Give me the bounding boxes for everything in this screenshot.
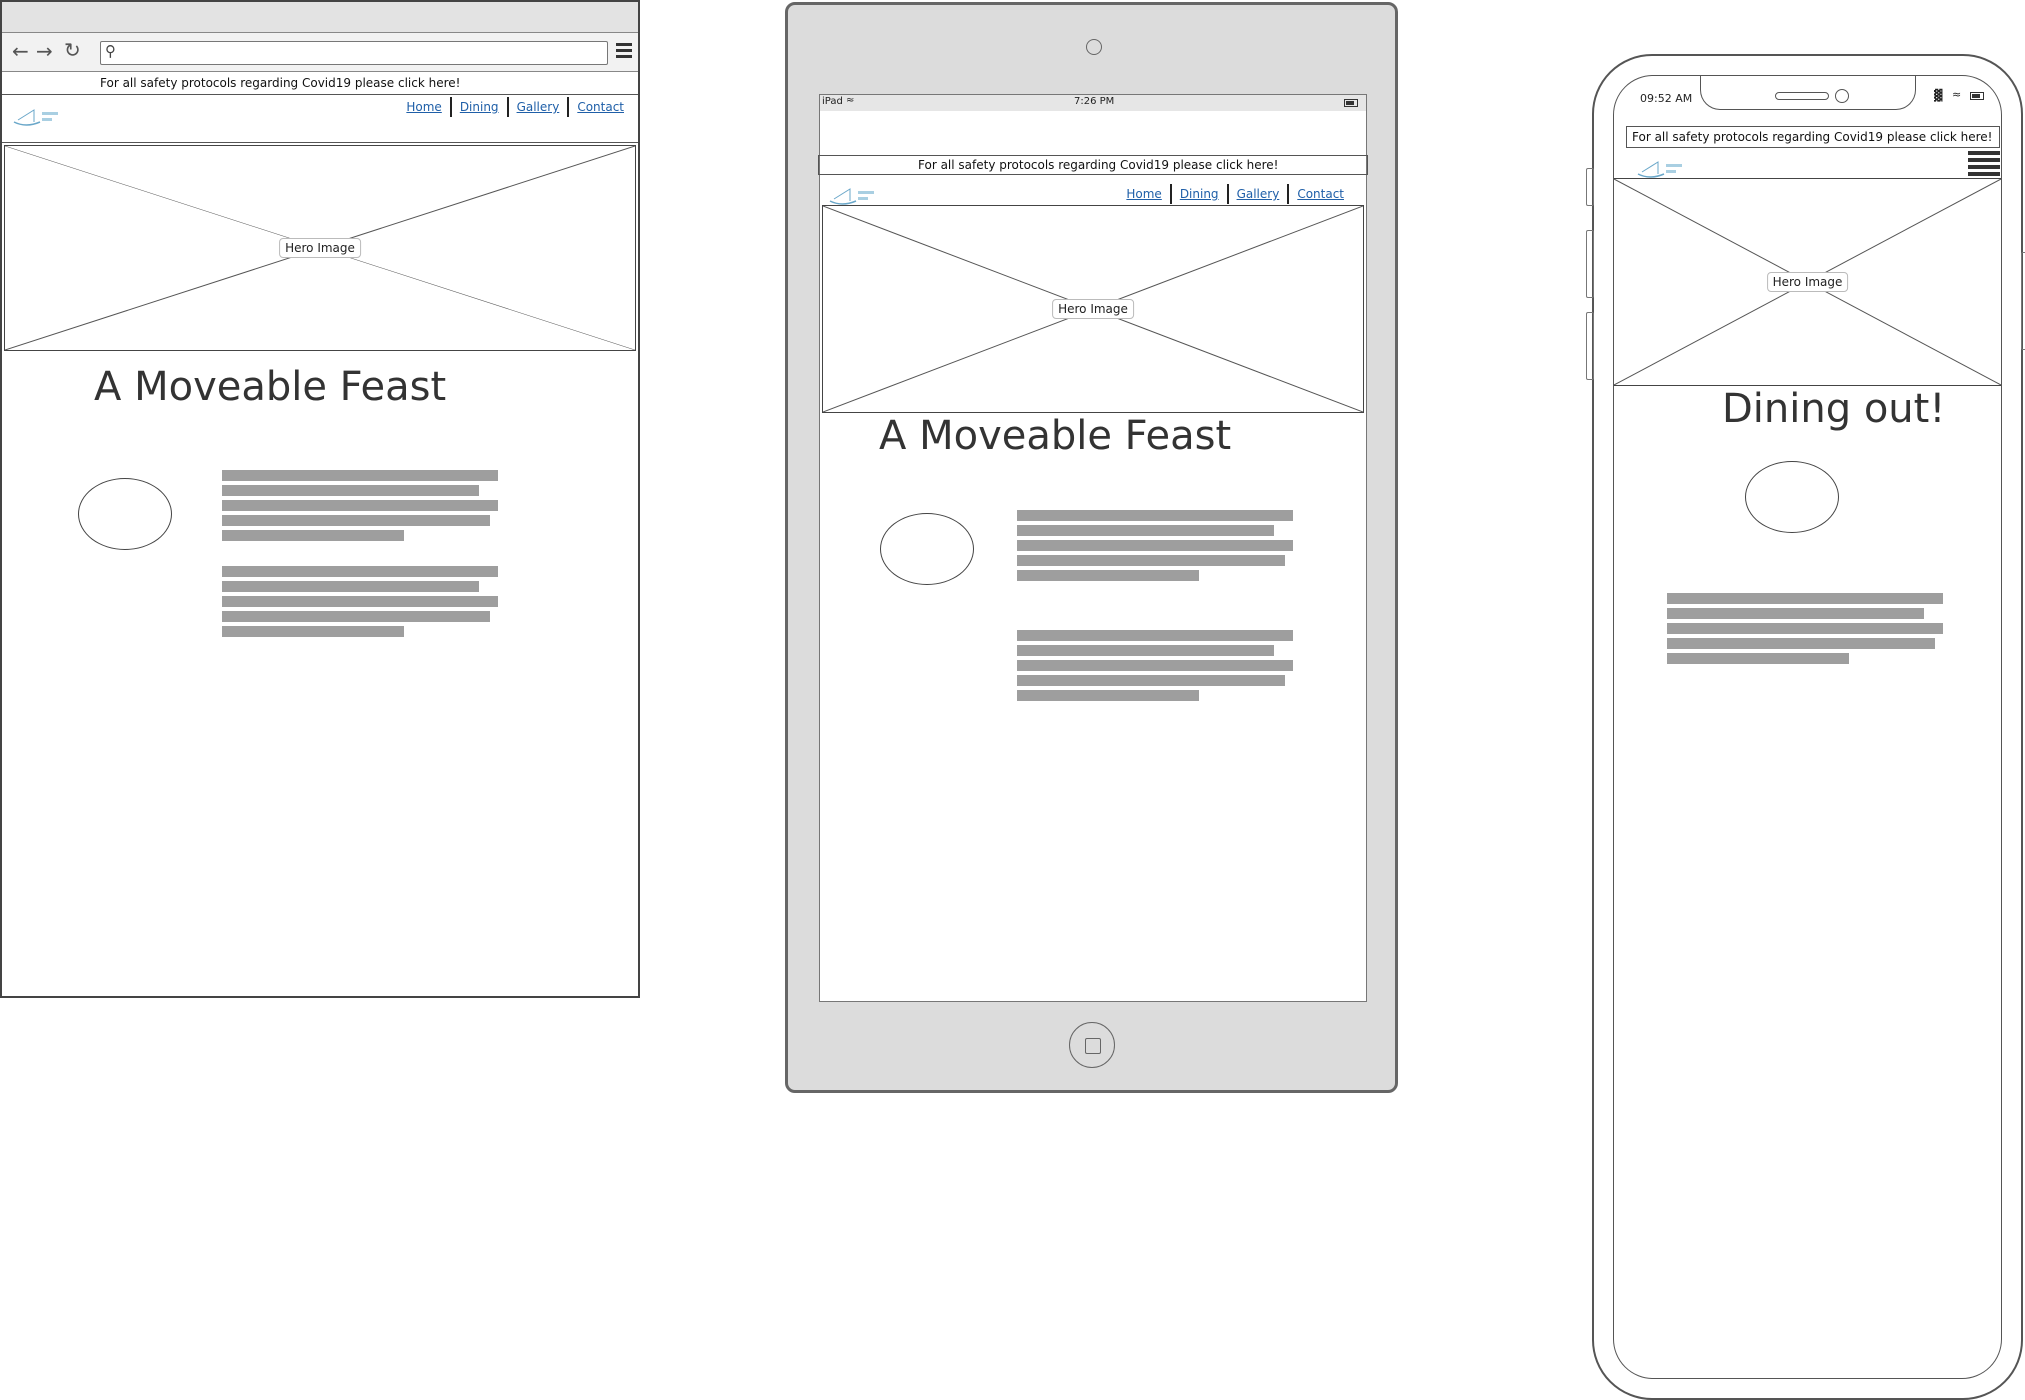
device-name: iPad	[822, 96, 843, 107]
hero-image-label: Hero Image	[1052, 299, 1134, 319]
forward-arrow-icon[interactable]: →	[36, 39, 53, 63]
side-button	[2021, 252, 2025, 350]
image-placeholder	[78, 478, 172, 550]
search-icon: ⚲	[105, 42, 116, 60]
nav-gallery-link[interactable]: Gallery	[509, 100, 568, 114]
header-divider	[2, 142, 638, 143]
tablet-status-bar: iPad ≈ 7:26 PM	[820, 95, 1366, 111]
browser-toolbar: ← → ↻ ⚲	[2, 33, 638, 72]
covid-banner[interactable]: For all safety protocols regarding Covid…	[1632, 130, 1992, 144]
nav-contact-link[interactable]: Contact	[569, 100, 632, 114]
nav-gallery-link[interactable]: Gallery	[1229, 187, 1288, 201]
image-placeholder	[880, 513, 974, 585]
phone-notch	[1700, 76, 1916, 110]
nav-home-link[interactable]: Home	[398, 100, 449, 114]
hamburger-menu-icon[interactable]	[1968, 151, 2000, 179]
reload-icon[interactable]: ↻	[64, 38, 81, 62]
tablet-screen: iPad ≈ 7:26 PM For all safety protocols …	[818, 94, 1368, 1002]
text-placeholder	[1017, 510, 1293, 585]
covid-banner[interactable]: For all safety protocols regarding Covid…	[918, 158, 1278, 172]
page-title: A Moveable Feast	[879, 413, 1232, 459]
main-nav: Home Dining Gallery Contact	[1118, 184, 1352, 204]
page-title: A Moveable Feast	[94, 364, 447, 410]
front-camera-icon	[1086, 39, 1102, 55]
signal-icon: ▓	[1934, 89, 1943, 102]
address-bar[interactable]: ⚲	[100, 41, 608, 65]
battery-icon	[1970, 92, 1984, 100]
status-time: 7:26 PM	[1074, 96, 1115, 107]
tablet-frame: iPad ≈ 7:26 PM For all safety protocols …	[785, 2, 1398, 1093]
hero-image-label: Hero Image	[279, 238, 361, 258]
side-button	[1586, 168, 1594, 206]
phone-screen: 09:52 AM ▓ ≈ For all safety protocols re…	[1613, 75, 2002, 1379]
hero-image: Hero Image	[822, 205, 1364, 413]
image-placeholder	[1745, 461, 1839, 533]
banner-divider	[2, 94, 638, 95]
nav-dining-link[interactable]: Dining	[452, 100, 507, 114]
speaker-icon	[1775, 92, 1829, 100]
side-button	[1586, 230, 1594, 298]
wifi-icon: ≈	[1952, 88, 1962, 101]
text-placeholder	[222, 566, 498, 641]
nav-home-link[interactable]: Home	[1118, 187, 1169, 201]
browser-menu-icon[interactable]	[616, 43, 632, 61]
hero-image: Hero Image	[1614, 178, 2001, 386]
wifi-icon: ≈	[846, 95, 855, 106]
main-nav: Home Dining Gallery Contact	[398, 97, 632, 117]
text-placeholder	[1667, 593, 1943, 668]
nav-dining-link[interactable]: Dining	[1172, 187, 1227, 201]
phone-frame: 09:52 AM ▓ ≈ For all safety protocols re…	[1586, 54, 2025, 1400]
battery-icon	[1344, 99, 1358, 107]
covid-banner[interactable]: For all safety protocols regarding Covid…	[100, 76, 460, 90]
text-placeholder	[222, 470, 498, 545]
hero-image: Hero Image	[4, 145, 636, 351]
front-camera-icon	[1835, 89, 1849, 103]
home-button-icon[interactable]	[1069, 1022, 1115, 1068]
hero-image-label: Hero Image	[1766, 272, 1849, 292]
back-arrow-icon[interactable]: ←	[12, 39, 29, 63]
page-title: Dining out!	[1722, 386, 1946, 432]
browser-titlebar	[2, 2, 638, 33]
side-button	[1586, 312, 1594, 380]
text-placeholder	[1017, 630, 1293, 705]
desktop-browser-frame: ← → ↻ ⚲ For all safety protocols regardi…	[0, 0, 640, 998]
site-logo[interactable]	[12, 106, 62, 134]
nav-contact-link[interactable]: Contact	[1289, 187, 1352, 201]
status-time: 09:52 AM	[1640, 92, 1693, 105]
